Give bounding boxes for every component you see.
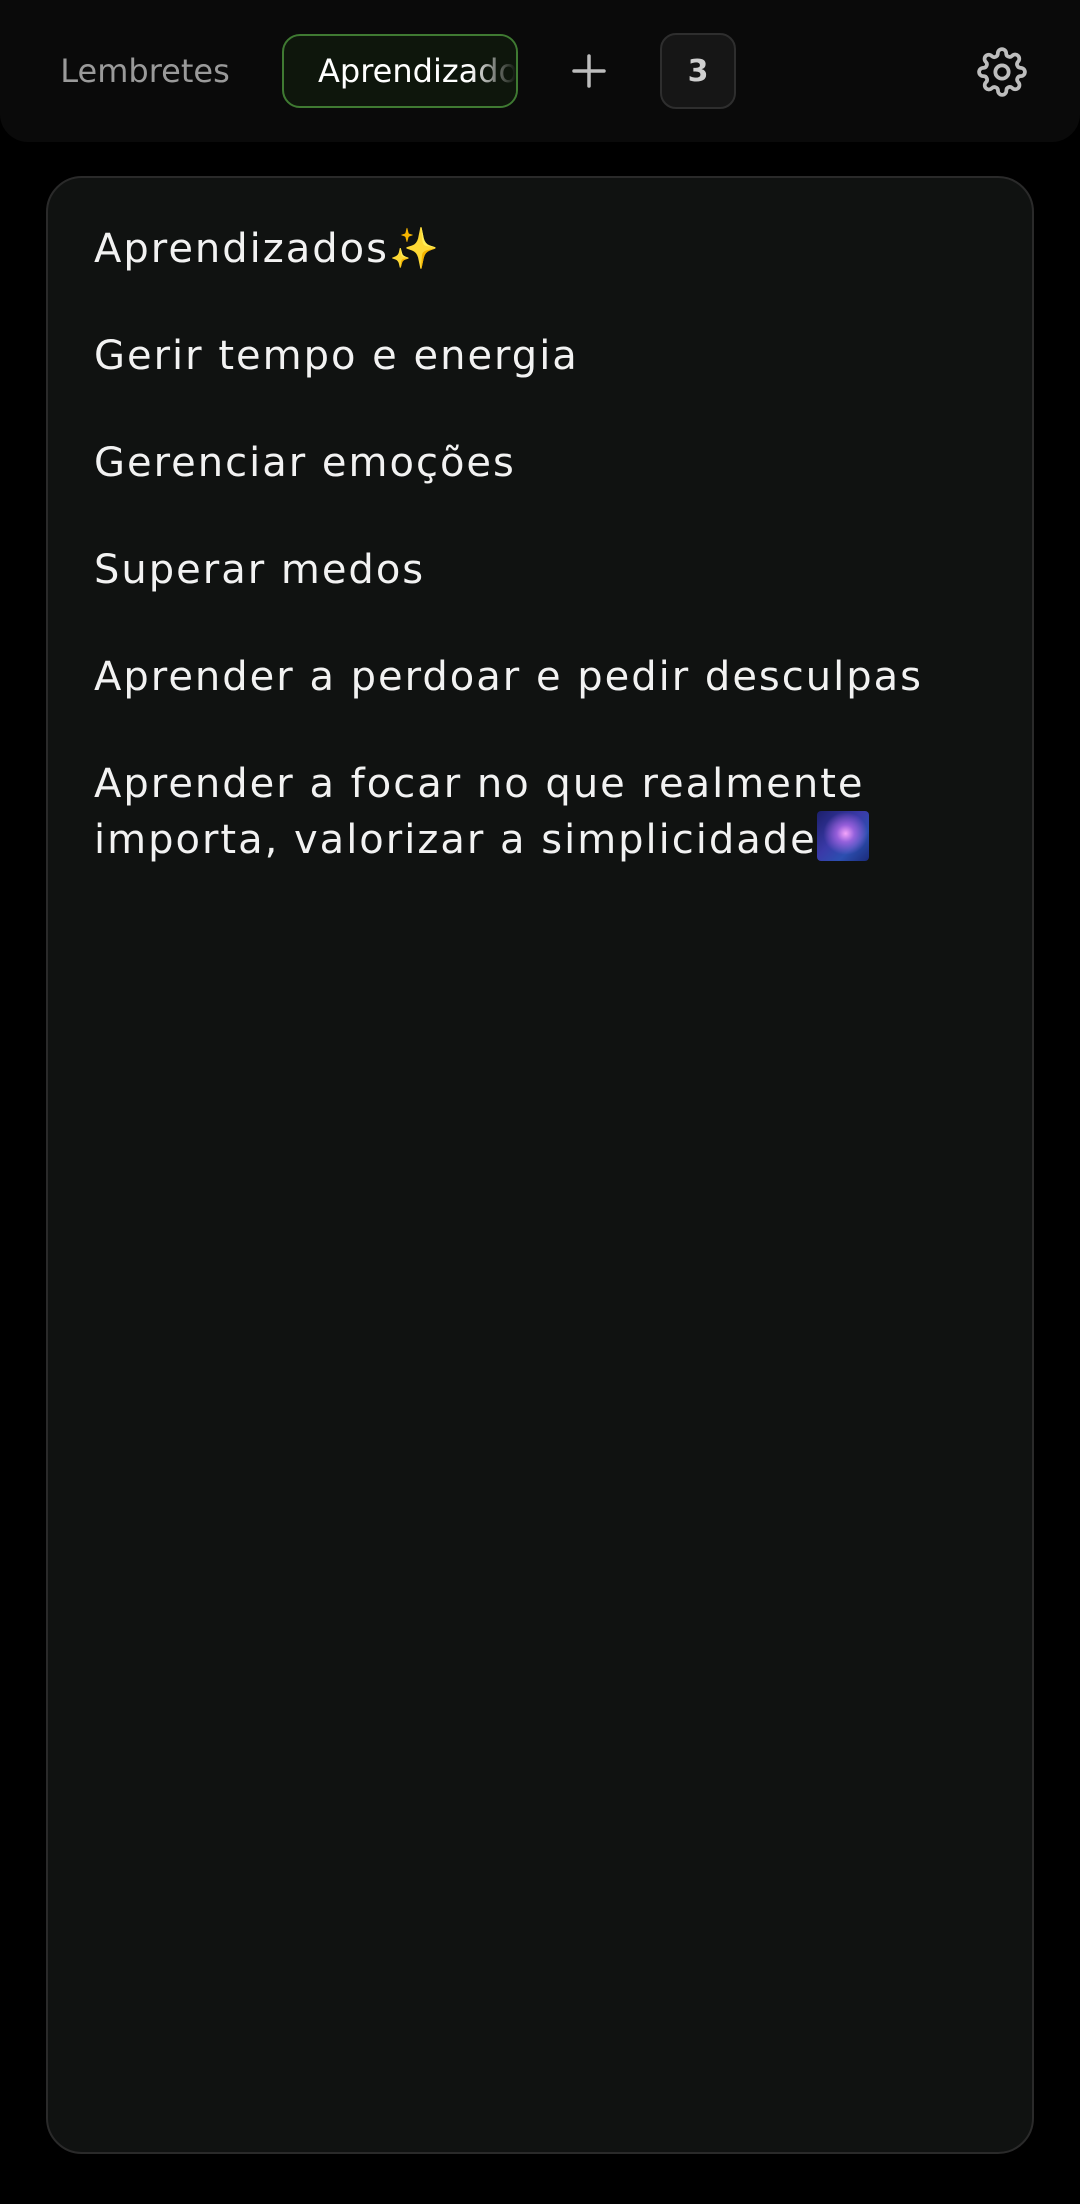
note-line-3: Gerenciar emoções — [94, 440, 516, 486]
add-tab-button[interactable] — [558, 36, 620, 106]
note-line-7-text: importa, valorizar a simplicidade — [94, 817, 817, 863]
note-line-4: Superar medos — [94, 547, 426, 593]
note-editor[interactable]: Aprendizados✨ Gerir tempo e energia Gere… — [46, 176, 1034, 2154]
top-bar: Lembretes Aprendizados 3 — [0, 0, 1080, 142]
milky-way-emoji-icon — [816, 811, 869, 861]
settings-button[interactable] — [974, 44, 1030, 100]
note-line-7: importa, valorizar a simplicidade — [94, 811, 994, 867]
note-title-text: Aprendizados — [94, 226, 389, 272]
gear-icon — [977, 47, 1027, 97]
tab-lembretes[interactable]: Lembretes — [40, 34, 250, 108]
tab-count-button[interactable]: 3 — [660, 33, 736, 109]
note-line-5: Aprender a perdoar e pedir desculpas — [94, 654, 923, 700]
tab-label-fade — [470, 36, 516, 106]
plus-icon — [572, 54, 606, 88]
note-line-6: Aprender a focar no que realmente — [94, 761, 865, 807]
tab-aprendizados[interactable]: Aprendizados — [282, 34, 518, 108]
note-line-title: Aprendizados✨ — [94, 222, 994, 276]
sparkles-emoji-icon: ✨ — [389, 226, 439, 272]
note-line-2: Gerir tempo e energia — [94, 333, 579, 379]
